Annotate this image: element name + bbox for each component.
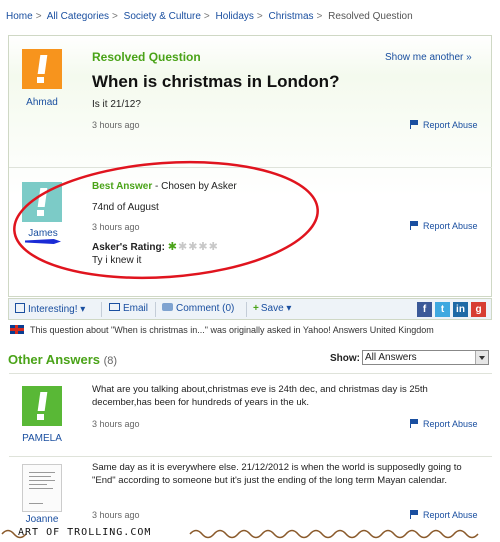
report-label: Report Abuse [423, 419, 478, 429]
breadcrumb-home[interactable]: Home [6, 11, 33, 22]
answer-time: 3 hours ago [92, 419, 140, 429]
origin-note: This question about "When is christmas i… [10, 325, 434, 335]
show-filter-select[interactable]: All Answers [362, 350, 489, 365]
breadcrumb-holidays[interactable]: Holidays [216, 11, 254, 22]
plus-icon: + [253, 303, 259, 314]
flag-icon [410, 419, 419, 428]
twitter-icon[interactable]: t [435, 302, 450, 317]
interesting-label: Interesting! [28, 304, 78, 315]
show-filter-value: All Answers [365, 352, 417, 363]
email-button[interactable]: Email [109, 303, 148, 314]
comment-icon [162, 303, 173, 311]
comment-button[interactable]: Comment (0) [162, 303, 234, 314]
other-answers-heading: Other Answers (8) [8, 352, 117, 367]
answer-avatar[interactable] [22, 386, 62, 426]
other-answers-title: Other Answers [8, 352, 100, 367]
origin-note-text: This question about "When is christmas i… [30, 325, 434, 335]
breadcrumb: Home > All Categories > Society & Culture >… [6, 11, 413, 22]
answer-time: 3 hours ago [92, 510, 140, 520]
report-label: Report Abuse [423, 120, 478, 130]
show-me-another-link[interactable]: Show me another » [385, 52, 472, 63]
question-title: When is christmas in London? [92, 72, 340, 91]
question-report-abuse[interactable]: Report Abuse [410, 120, 478, 130]
best-answer-report-abuse[interactable]: Report Abuse [410, 221, 478, 231]
exclamation-icon [37, 392, 48, 411]
flag-icon [410, 120, 419, 129]
action-toolbar: Interesting! ▾ Email Comment (0) + Save ▾… [8, 298, 492, 320]
answer-avatar-book[interactable] [22, 464, 62, 512]
divider [9, 456, 492, 457]
watermark-footer: ART OF TROLLING.COM [0, 526, 500, 542]
answer-text: What are you talking about,christmas eve… [92, 384, 428, 408]
asker-avatar[interactable] [22, 49, 62, 89]
breadcrumb-society-culture[interactable]: Society & Culture [124, 11, 201, 22]
email-label: Email [123, 303, 149, 314]
save-label: Save [260, 303, 284, 314]
comment-label: Comment (0) [176, 303, 235, 314]
thumbs-icon [15, 303, 25, 313]
asker-name[interactable]: Ahmad [12, 97, 72, 108]
answer-author[interactable]: Joanne [12, 514, 72, 525]
question-detail: Is it 21/12? [92, 99, 141, 110]
breadcrumb-all-categories[interactable]: All Categories [47, 11, 109, 22]
interesting-button[interactable]: Interesting! ▾ [15, 303, 85, 315]
linkedin-icon[interactable]: in [453, 302, 468, 317]
show-label: Show: [330, 353, 360, 364]
facebook-icon[interactable]: f [417, 302, 432, 317]
report-label: Report Abuse [423, 221, 478, 231]
question-status: Resolved Question [92, 50, 201, 64]
envelope-icon [109, 303, 120, 311]
answer-author[interactable]: PAMELA [12, 433, 72, 444]
answer-report-abuse[interactable]: Report Abuse [410, 510, 478, 520]
google-plus-icon[interactable]: g [471, 302, 486, 317]
chevron-down-icon [475, 351, 488, 364]
uk-flag-icon [10, 325, 24, 334]
flag-icon [410, 510, 419, 519]
report-label: Report Abuse [423, 510, 478, 520]
breadcrumb-christmas[interactable]: Christmas [269, 11, 314, 22]
save-button[interactable]: + Save ▾ [253, 303, 291, 314]
exclamation-icon [37, 55, 48, 74]
question-time: 3 hours ago [92, 120, 140, 130]
answer-report-abuse[interactable]: Report Abuse [410, 419, 478, 429]
answer-text: Same day as it is everywhere else. 21/12… [92, 462, 462, 486]
other-answers-count: (8) [103, 355, 118, 367]
breadcrumb-current: Resolved Question [328, 11, 413, 22]
watermark-text: ART OF TROLLING.COM [18, 527, 152, 538]
highlight-ellipse [13, 160, 319, 280]
flag-icon [410, 221, 419, 230]
divider [9, 373, 492, 374]
